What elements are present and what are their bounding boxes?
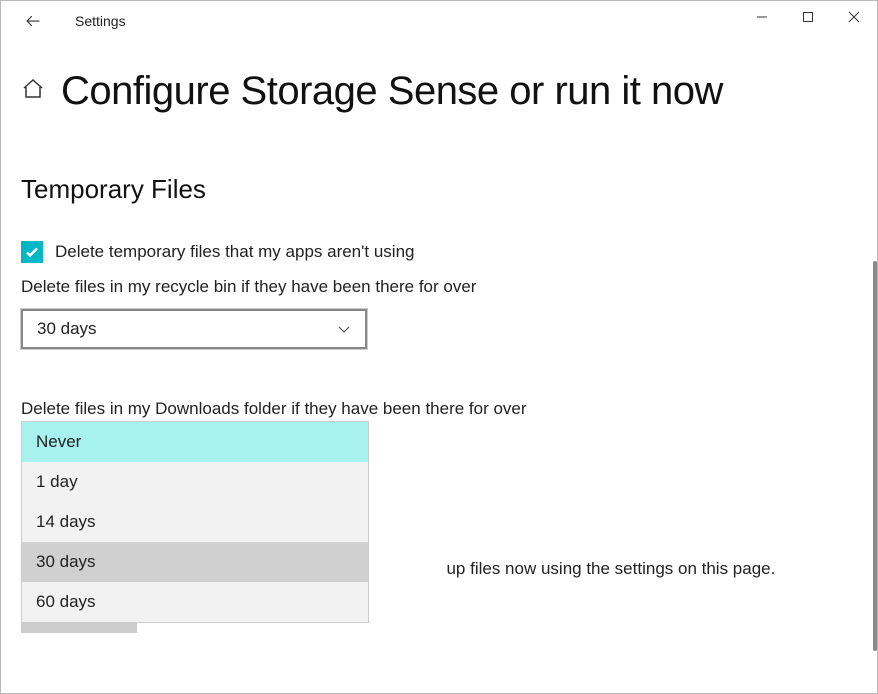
chevron-down-icon (337, 322, 351, 336)
downloads-dropdown-list[interactable]: Never 1 day 14 days 30 days 60 days (21, 421, 369, 623)
checkbox-row-temp-files[interactable]: Delete temporary files that my apps aren… (21, 241, 857, 263)
recycle-bin-value: 30 days (37, 319, 97, 339)
close-icon (848, 11, 860, 23)
content-area: Configure Storage Sense or run it now Te… (1, 41, 877, 693)
scrollbar-track[interactable] (871, 41, 877, 693)
window-title: Settings (75, 13, 126, 29)
maximize-button[interactable] (785, 1, 831, 33)
window-controls (739, 1, 877, 33)
dropdown-option-14days[interactable]: 14 days (22, 502, 368, 542)
dropdown-option-30days[interactable]: 30 days (22, 542, 368, 582)
dropdown-option-60days[interactable]: 60 days (22, 582, 368, 622)
checkmark-icon (24, 244, 40, 260)
maximize-icon (802, 11, 814, 23)
recycle-bin-dropdown[interactable]: 30 days (21, 309, 367, 349)
recycle-bin-label: Delete files in my recycle bin if they h… (21, 277, 857, 297)
minimize-icon (756, 11, 768, 23)
checkbox-temp-files[interactable] (21, 241, 43, 263)
checkbox-label: Delete temporary files that my apps aren… (55, 242, 414, 262)
section-title: Temporary Files (21, 174, 857, 205)
scrollbar-thumb[interactable] (873, 261, 877, 651)
dropdown-option-1day[interactable]: 1 day (22, 462, 368, 502)
home-icon[interactable] (21, 77, 45, 106)
back-button[interactable] (21, 9, 45, 33)
arrow-left-icon (24, 12, 42, 30)
page-title: Configure Storage Sense or run it now (61, 69, 723, 114)
downloads-label: Delete files in my Downloads folder if t… (21, 399, 857, 419)
page-header: Configure Storage Sense or run it now (21, 69, 857, 114)
dropdown-option-never[interactable]: Never (22, 422, 368, 462)
close-button[interactable] (831, 1, 877, 33)
minimize-button[interactable] (739, 1, 785, 33)
